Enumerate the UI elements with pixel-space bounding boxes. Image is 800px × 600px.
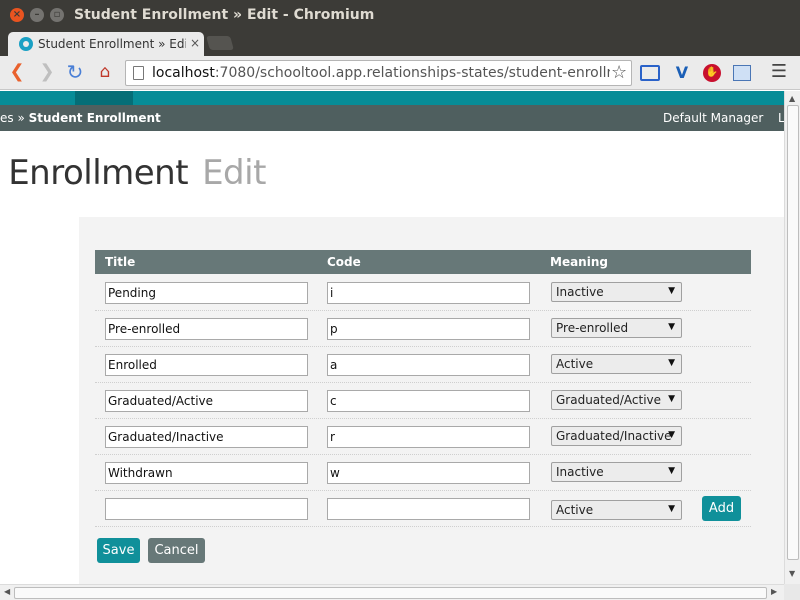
window-maximize-button[interactable]: ▫ bbox=[50, 8, 64, 22]
meaning-select[interactable]: Pre-enrolled ▼ bbox=[551, 318, 682, 338]
forward-icon[interactable]: ❯ bbox=[36, 61, 58, 83]
new-code-input[interactable] bbox=[327, 498, 530, 520]
table-row: Graduated/Inactive r Graduated/Inactive ▼ bbox=[95, 419, 751, 455]
meaning-select[interactable]: Inactive ▼ bbox=[551, 282, 682, 302]
meaning-value: Graduated/Active bbox=[556, 393, 662, 407]
breadcrumb-bar: es » Student Enrollment Default Manager … bbox=[0, 105, 784, 131]
dropdown-arrow-icon: ▼ bbox=[668, 322, 675, 332]
window-close-button[interactable]: × bbox=[10, 8, 24, 22]
adblock-icon[interactable]: ✋ bbox=[703, 64, 721, 82]
dropdown-arrow-icon: ▼ bbox=[668, 286, 675, 296]
horizontal-scrollbar[interactable]: ◀ ▶ bbox=[0, 584, 784, 600]
table-row: Graduated/Active c Graduated/Active ▼ bbox=[95, 383, 751, 419]
tab-strip: Student Enrollment » Edit × bbox=[0, 30, 800, 56]
star-icon[interactable]: ☆ bbox=[611, 62, 627, 83]
page-viewport: es » Student Enrollment Default Manager … bbox=[0, 91, 784, 584]
meaning-value: Pre-enrolled bbox=[556, 321, 629, 335]
dropdown-arrow-icon: ▼ bbox=[668, 504, 675, 514]
scroll-down-icon[interactable]: ▼ bbox=[789, 569, 795, 578]
meaning-select[interactable]: Graduated/Active ▼ bbox=[551, 390, 682, 410]
home-icon[interactable]: ⌂ bbox=[94, 61, 116, 83]
meaning-value: Inactive bbox=[556, 285, 604, 299]
window-icon[interactable] bbox=[733, 65, 751, 81]
new-meaning-select[interactable]: Active ▼ bbox=[551, 500, 682, 520]
reload-icon[interactable]: ↻ bbox=[64, 61, 86, 83]
table-row: Pre-enrolled p Pre-enrolled ▼ bbox=[95, 311, 751, 347]
vertical-scrollbar[interactable]: ▲ ▼ bbox=[784, 91, 800, 584]
minimize-icon: – bbox=[34, 9, 40, 20]
schooltool-favicon-icon bbox=[19, 37, 33, 51]
cast-icon[interactable] bbox=[640, 65, 660, 81]
new-tab-button[interactable] bbox=[206, 36, 234, 50]
meaning-select[interactable]: Inactive ▼ bbox=[551, 462, 682, 482]
page-title: nt Enrollment Edit bbox=[0, 153, 266, 193]
dropdown-arrow-icon: ▼ bbox=[668, 466, 675, 476]
window-title: Student Enrollment » Edit - Chromium bbox=[74, 7, 375, 23]
breadcrumb-current: Student Enrollment bbox=[28, 111, 161, 125]
table-row: Pending i Inactive ▼ bbox=[95, 275, 751, 311]
header-meaning: Meaning bbox=[550, 255, 608, 269]
address-bar[interactable]: localhost:7080/schooltool.app.relationsh… bbox=[125, 60, 632, 86]
horizontal-scroll-thumb[interactable] bbox=[14, 587, 767, 599]
meaning-value: Inactive bbox=[556, 465, 604, 479]
title-input[interactable]: Pending bbox=[105, 282, 308, 304]
window-minimize-button[interactable]: – bbox=[30, 8, 44, 22]
page-title-sub: Edit bbox=[202, 153, 266, 193]
scroll-right-icon[interactable]: ▶ bbox=[771, 587, 777, 596]
top-accent-bar bbox=[0, 91, 784, 105]
meaning-select[interactable]: Graduated/Inactive ▼ bbox=[551, 426, 682, 446]
vimium-icon[interactable]: V bbox=[672, 63, 692, 83]
page-icon bbox=[133, 66, 144, 80]
url-host: localhost bbox=[152, 65, 215, 81]
scroll-left-icon[interactable]: ◀ bbox=[4, 587, 10, 596]
code-input[interactable]: w bbox=[327, 462, 530, 484]
table-row: Withdrawn w Inactive ▼ bbox=[95, 455, 751, 491]
url-text[interactable]: localhost:7080/schooltool.app.relationsh… bbox=[152, 65, 610, 81]
back-icon[interactable]: ❮ bbox=[6, 61, 28, 83]
header-code: Code bbox=[327, 255, 361, 269]
maximize-icon: ▫ bbox=[53, 9, 61, 20]
save-button[interactable]: Save bbox=[97, 538, 140, 563]
code-input[interactable]: c bbox=[327, 390, 530, 412]
tab-title: Student Enrollment » Edit bbox=[38, 37, 186, 51]
table-header: Title Code Meaning bbox=[95, 250, 751, 274]
top-accent-tab[interactable] bbox=[75, 91, 133, 105]
title-input[interactable]: Graduated/Active bbox=[105, 390, 308, 412]
menu-icon[interactable]: ☰ bbox=[768, 61, 790, 83]
title-input[interactable]: Enrolled bbox=[105, 354, 308, 376]
new-title-input[interactable] bbox=[105, 498, 308, 520]
meaning-select[interactable]: Active ▼ bbox=[551, 354, 682, 374]
meaning-value: Active bbox=[556, 357, 594, 371]
dropdown-arrow-icon: ▼ bbox=[668, 358, 675, 368]
cancel-button[interactable]: Cancel bbox=[148, 538, 205, 563]
close-icon: × bbox=[12, 9, 22, 20]
dropdown-arrow-icon: ▼ bbox=[668, 430, 675, 440]
code-input[interactable]: r bbox=[327, 426, 530, 448]
code-input[interactable]: p bbox=[327, 318, 530, 340]
add-button[interactable]: Add bbox=[702, 496, 741, 521]
browser-toolbar: ❮ ❯ ↻ ⌂ localhost:7080/schooltool.app.re… bbox=[0, 56, 800, 90]
vertical-scroll-thumb[interactable] bbox=[787, 105, 799, 560]
meaning-value: Graduated/Inactive bbox=[556, 429, 672, 443]
scroll-up-icon[interactable]: ▲ bbox=[789, 94, 795, 103]
new-table-row: Active ▼ Add bbox=[95, 491, 751, 527]
header-title: Title bbox=[105, 255, 136, 269]
title-input[interactable]: Pre-enrolled bbox=[105, 318, 308, 340]
browser-tab[interactable]: Student Enrollment » Edit × bbox=[8, 32, 204, 56]
url-path: :7080/schooltool.app.relationships-state… bbox=[214, 65, 610, 81]
user-name[interactable]: Default Manager bbox=[663, 111, 763, 125]
table-row: Enrolled a Active ▼ bbox=[95, 347, 751, 383]
breadcrumb-prefix[interactable]: es » bbox=[0, 111, 29, 125]
window-titlebar: × – ▫ Student Enrollment » Edit - Chromi… bbox=[0, 0, 800, 30]
title-input[interactable]: Graduated/Inactive bbox=[105, 426, 308, 448]
scrollbar-corner bbox=[784, 584, 800, 600]
meaning-value: Active bbox=[556, 503, 594, 517]
code-input[interactable]: a bbox=[327, 354, 530, 376]
dropdown-arrow-icon: ▼ bbox=[668, 394, 675, 404]
code-input[interactable]: i bbox=[327, 282, 530, 304]
title-input[interactable]: Withdrawn bbox=[105, 462, 308, 484]
tab-close-icon[interactable]: × bbox=[190, 36, 202, 50]
breadcrumb: es » Student Enrollment bbox=[0, 111, 161, 125]
page-title-main: nt Enrollment bbox=[0, 153, 189, 193]
